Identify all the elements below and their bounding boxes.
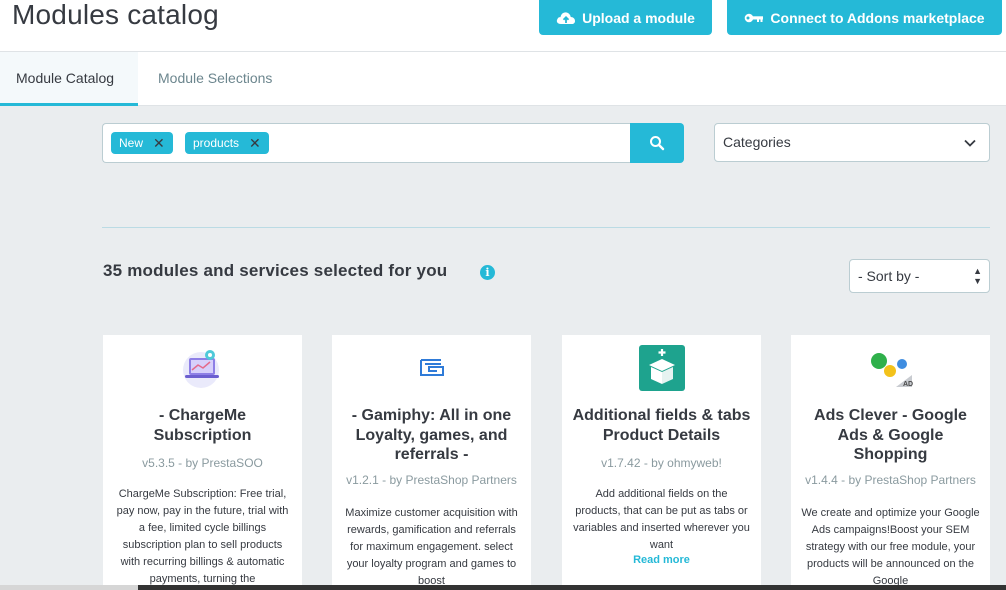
filter-tag-new: New ✕ — [111, 132, 173, 154]
remove-tag-icon[interactable]: ✕ — [249, 136, 261, 150]
module-card[interactable]: - Gamiphy: All in one Loyalty, games, an… — [332, 335, 531, 590]
filter-tag-label: New — [119, 136, 144, 150]
module-description: Add additional fields on the products, t… — [573, 488, 750, 551]
categories-selected: Categories — [723, 134, 791, 150]
ads-clever-logo: AD — [868, 345, 914, 391]
tab-module-catalog[interactable]: Module Catalog — [0, 52, 138, 106]
module-description: ChargeMe Subscription: Free trial, pay n… — [116, 488, 289, 585]
search-button[interactable] — [630, 123, 684, 163]
divider — [102, 227, 990, 228]
module-description: Maximize customer acquisition with rewar… — [345, 507, 518, 587]
sort-selected: - Sort by - — [858, 268, 920, 284]
module-version: v5.3.5 - by PrestaSOO — [142, 456, 263, 470]
search-icon — [650, 136, 665, 151]
filter-tag-products: products ✕ — [185, 132, 269, 154]
connect-addons-label: Connect to Addons marketplace — [770, 9, 985, 26]
tab-module-selections[interactable]: Module Selections — [142, 52, 288, 106]
connect-addons-button[interactable]: Connect to Addons marketplace — [727, 0, 1002, 35]
cloud-upload-icon — [556, 11, 576, 24]
module-description: We create and optimize your Google Ads c… — [801, 507, 980, 587]
module-card[interactable]: Additional fields & tabs Product Details… — [562, 335, 761, 590]
module-version: v1.7.42 - by ohmyweb! — [601, 456, 722, 470]
module-version: v1.2.1 - by PrestaShop Partners — [346, 473, 517, 487]
read-more-link[interactable]: Read more — [562, 554, 761, 566]
remove-tag-icon[interactable]: ✕ — [153, 136, 165, 150]
svg-text:AD: AD — [903, 381, 913, 388]
chevron-down-icon — [964, 139, 976, 147]
tab-bar: Module Catalog Module Selections — [0, 52, 1006, 106]
module-title[interactable]: - ChargeMe Subscription — [111, 406, 294, 445]
upload-module-label: Upload a module — [582, 9, 695, 26]
upload-module-button[interactable]: Upload a module — [539, 0, 712, 35]
sort-select[interactable]: - Sort by - ▲ ▼ — [849, 259, 990, 293]
results-count: 35 modules and services selected for you — [103, 261, 448, 280]
page-title: Modules catalog — [12, 0, 219, 30]
module-title[interactable]: - Gamiphy: All in one Loyalty, games, an… — [340, 406, 523, 465]
page-header: Modules catalog Upload a module Connect … — [0, 0, 1006, 52]
key-icon — [745, 13, 764, 22]
categories-dropdown[interactable]: Categories — [714, 123, 990, 162]
module-card[interactable]: AD Ads Clever - Google Ads & Google Shop… — [791, 335, 990, 590]
sort-arrows-icon: ▲ ▼ — [973, 266, 982, 286]
box-plus-icon — [639, 345, 685, 391]
laptop-cart-icon — [180, 345, 226, 391]
info-icon[interactable]: i — [480, 265, 495, 280]
search-input[interactable]: New ✕ products ✕ — [102, 123, 631, 163]
module-title[interactable]: Ads Clever - Google Ads & Google Shoppin… — [799, 406, 982, 465]
module-version: v1.4.4 - by PrestaShop Partners — [805, 473, 976, 487]
gamiphy-logo — [409, 345, 455, 391]
module-title[interactable]: Additional fields & tabs Product Details — [570, 406, 753, 445]
module-card[interactable]: - ChargeMe Subscription v5.3.5 - by Pres… — [103, 335, 302, 590]
filter-tag-label: products — [193, 136, 240, 150]
scrollbar-thumb[interactable] — [138, 585, 1006, 590]
